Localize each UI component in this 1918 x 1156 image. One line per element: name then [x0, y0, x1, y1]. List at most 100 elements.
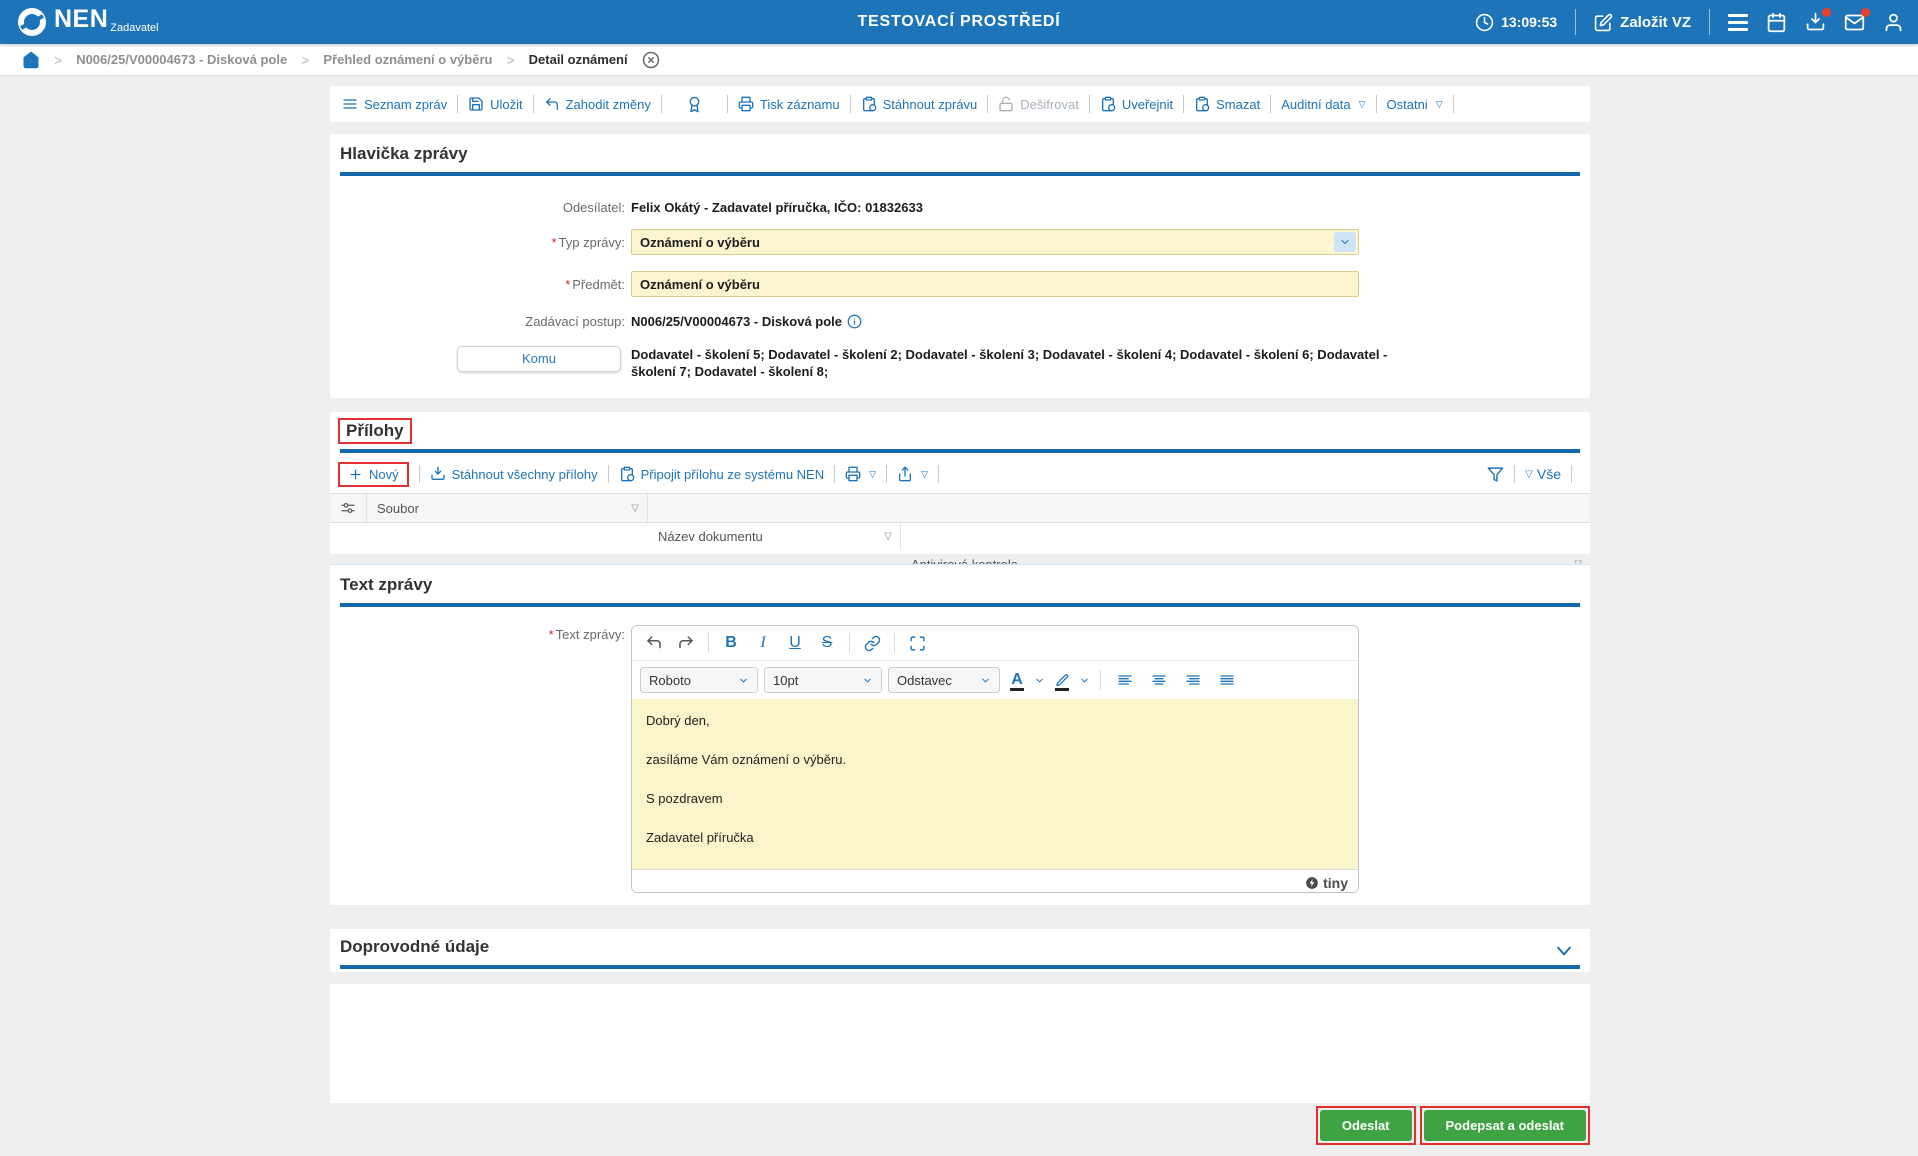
download-all-attachments-button[interactable]: Stáhnout všechny přílohy [430, 466, 598, 482]
other-dropdown[interactable]: Ostatni ▽ [1387, 97, 1443, 112]
divider [1571, 465, 1572, 483]
new-attachment-button[interactable]: Nový [348, 467, 399, 482]
italic-button[interactable]: I [749, 630, 777, 656]
clipboard-delete-icon [1196, 96, 1210, 112]
align-justify-button[interactable] [1213, 667, 1241, 693]
discard-changes-button[interactable]: Zahodit změny [544, 96, 651, 112]
breadcrumb-item-overview[interactable]: Přehled oznámení o výběru [323, 52, 492, 67]
breadcrumb-item-procedure[interactable]: N006/25/V00004673 - Disková pole [76, 52, 287, 67]
list-icon [343, 99, 357, 109]
breadcrumb-separator: > [54, 51, 63, 68]
filter-icon[interactable] [1487, 466, 1504, 483]
publish-button[interactable]: Uveřejnit [1100, 96, 1173, 112]
export-dropdown[interactable]: ▽ [897, 466, 928, 482]
required-marker: * [548, 627, 554, 642]
align-left-button[interactable] [1111, 667, 1139, 693]
font-family-select[interactable]: Roboto [640, 667, 758, 693]
breadcrumb-separator: > [301, 51, 310, 68]
attach-from-nen-button[interactable]: Připojit přílohu ze systému NEN [619, 466, 825, 482]
nen-logo-icon [18, 8, 46, 36]
message-text-label: Text zprávy: [555, 627, 625, 642]
clipboard-attach-icon [620, 466, 634, 482]
strikethrough-button[interactable]: S [813, 630, 841, 656]
close-tab-icon[interactable] [642, 51, 660, 69]
download-message-button[interactable]: Stáhnout zprávu [861, 96, 977, 112]
message-list-button[interactable]: Seznam zpráv [342, 96, 447, 112]
column-filter-icon[interactable]: ▽ [631, 503, 639, 514]
messages-button[interactable] [1844, 7, 1870, 33]
delete-button[interactable]: Smazat [1194, 96, 1260, 112]
divider [1270, 95, 1272, 113]
column-settings-button[interactable] [330, 494, 367, 522]
publish-label: Uveřejnit [1121, 96, 1174, 112]
chevron-down-icon[interactable] [1079, 675, 1090, 686]
message-list-label: Seznam zpráv [364, 96, 448, 112]
divider [660, 95, 662, 113]
divider [726, 95, 728, 113]
save-icon [469, 97, 483, 111]
chevron-down-icon[interactable] [1034, 675, 1045, 686]
breadcrumb-separator: > [506, 51, 515, 68]
select-chevron-button[interactable] [1334, 232, 1356, 252]
subject-input[interactable]: Oznámení o výběru [631, 271, 1359, 297]
download-icon [430, 466, 445, 480]
font-size-select[interactable]: 10pt [764, 667, 882, 693]
highlight-color-button[interactable] [1051, 667, 1073, 693]
align-center-button[interactable] [1145, 667, 1173, 693]
divider [532, 95, 534, 113]
downloads-button[interactable] [1805, 7, 1831, 33]
home-icon[interactable] [22, 51, 40, 69]
footer-actions: Odeslat Podepsat a odeslat [330, 1106, 1590, 1145]
text-color-button[interactable]: A [1006, 667, 1028, 693]
print-dropdown[interactable]: ▽ [845, 466, 876, 482]
sign-and-send-button[interactable]: Podepsat a odeslat [1423, 1110, 1586, 1141]
nen-logo[interactable]: NEN Zadavatel [16, 6, 159, 38]
filter-all-button[interactable]: Vše [1537, 466, 1561, 482]
undo-button[interactable] [640, 630, 668, 656]
editor-line: S pozdravem [646, 791, 723, 806]
redo-button[interactable] [672, 630, 700, 656]
column-label: Soubor [377, 500, 419, 516]
edit-icon [1594, 13, 1613, 31]
message-type-select[interactable]: Oznámení o výběru [631, 229, 1359, 255]
font-size-value: 10pt [773, 672, 799, 688]
bold-button[interactable]: B [717, 630, 745, 656]
breadcrumb-item-detail: Detail oznámení [528, 52, 628, 67]
chevron-down-icon: ▽ [1435, 98, 1443, 109]
editor-toolbar-row1: B I U S [632, 626, 1358, 660]
info-icon[interactable] [847, 314, 862, 329]
calendar-icon[interactable] [1766, 12, 1787, 33]
user-icon[interactable] [1883, 12, 1904, 33]
create-vz-button[interactable]: Založit VZ [1594, 13, 1691, 32]
section-title-additional: Doprovodné údaje [340, 937, 490, 956]
audit-data-dropdown[interactable]: Auditní data ▽ [1281, 97, 1365, 112]
editor-content[interactable]: Dobrý den, zasíláme Vám oznámení o výběr… [632, 699, 1358, 869]
chevron-down-icon [1341, 240, 1349, 244]
seal-button[interactable] [672, 96, 717, 113]
fullscreen-button[interactable] [903, 630, 931, 656]
section-underline [340, 965, 1580, 969]
block-format-value: Odstavec [897, 672, 952, 688]
column-filter-icon[interactable]: ▽ [884, 531, 892, 542]
divider [708, 633, 709, 653]
collapse-section-button[interactable] [1554, 941, 1574, 964]
column-header-nazev[interactable]: Název dokumentu ▽ [648, 522, 901, 550]
send-button[interactable]: Odeslat [1319, 1110, 1412, 1141]
block-format-select[interactable]: Odstavec [888, 667, 1000, 693]
recipients-button[interactable]: Komu [457, 346, 621, 372]
divider [937, 465, 939, 483]
attachments-section: Přílohy Nový Stáhnout všechny přílohy Př… [330, 412, 1590, 597]
align-right-button[interactable] [1179, 667, 1207, 693]
undo-icon [647, 636, 661, 649]
divider [1375, 95, 1377, 113]
rich-text-editor[interactable]: B I U S Roboto 10pt Odstavec A Dobrý den… [631, 625, 1359, 893]
attach-from-nen-label: Připojit přílohu ze systému NEN [640, 466, 825, 482]
print-record-button[interactable]: Tisk záznamu [738, 96, 840, 112]
underline-button[interactable]: U [781, 630, 809, 656]
message-text-section: Text zprávy * Text zprávy: B I U S Robot… [330, 565, 1590, 905]
link-button[interactable] [858, 630, 886, 656]
column-header-soubor[interactable]: Soubor ▽ [367, 494, 648, 522]
save-button[interactable]: Uložit [468, 96, 523, 112]
annotation-box: Nový [338, 461, 409, 487]
menu-icon[interactable] [1728, 13, 1748, 31]
